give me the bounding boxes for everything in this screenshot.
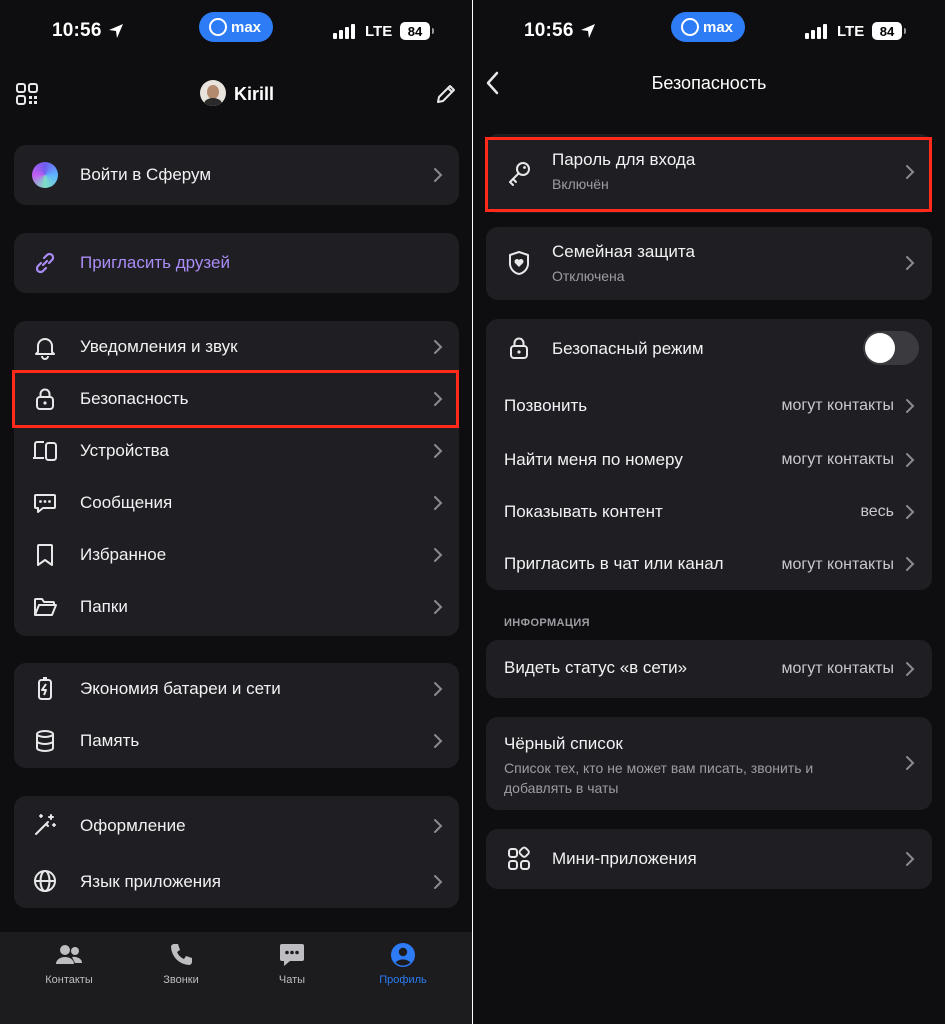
battery-indicator: 84 bbox=[400, 22, 434, 40]
chat-bubble-icon bbox=[280, 944, 304, 966]
edit-pencil-icon[interactable] bbox=[434, 82, 458, 106]
settings-group-storage: Экономия батареи и сети Память bbox=[14, 663, 459, 768]
lock-icon bbox=[510, 337, 528, 359]
max-logo-icon bbox=[209, 18, 227, 36]
online-status-row[interactable]: Видеть статус «в сети» могут контакты bbox=[486, 640, 932, 698]
signal-icon bbox=[333, 24, 355, 39]
password-highlight-box bbox=[485, 137, 932, 212]
blacklist-description-line2: добавлять в чаты bbox=[504, 780, 619, 796]
chevron-right-icon bbox=[434, 819, 443, 833]
privacy-row-call[interactable]: Позвонить могут контакты bbox=[486, 377, 932, 430]
profile-name[interactable]: Kirill bbox=[234, 84, 274, 105]
qr-code-icon[interactable] bbox=[16, 83, 38, 105]
apps-grid-icon bbox=[508, 846, 530, 870]
bookmark-icon bbox=[37, 544, 53, 566]
settings-group-main: Уведомления и звук Безопасность Устройст… bbox=[14, 321, 459, 636]
menu-item-devices[interactable]: Устройства bbox=[14, 425, 459, 477]
message-bubble-icon bbox=[34, 494, 56, 513]
folder-icon bbox=[34, 598, 57, 616]
avatar[interactable] bbox=[200, 80, 226, 106]
menu-item-appearance[interactable]: Оформление bbox=[14, 798, 459, 852]
link-icon bbox=[35, 252, 55, 274]
security-highlight-box bbox=[12, 370, 459, 428]
section-header-info: ИНФОРМАЦИЯ bbox=[504, 617, 590, 629]
menu-item-storage[interactable]: Память bbox=[14, 715, 459, 767]
menu-item-battery-saving[interactable]: Экономия батареи и сети bbox=[14, 663, 459, 715]
privacy-row-find-by-number[interactable]: Найти меня по номеру могут контакты bbox=[486, 430, 932, 483]
privacy-row-invite-to-chat[interactable]: Пригласить в чат или канал могут контакт… bbox=[486, 536, 932, 590]
max-badge[interactable]: max bbox=[199, 12, 274, 42]
chevron-right-icon bbox=[434, 875, 443, 889]
network-type: LTE bbox=[837, 23, 865, 40]
chevron-right-icon bbox=[434, 600, 443, 614]
battery-saver-icon bbox=[38, 677, 52, 700]
menu-item-favorites[interactable]: Избранное bbox=[14, 529, 459, 581]
database-icon bbox=[36, 730, 54, 752]
chevron-right-icon bbox=[906, 662, 915, 676]
globe-icon bbox=[34, 870, 56, 892]
menu-item-notifications[interactable]: Уведомления и звук bbox=[14, 321, 459, 373]
chevron-right-icon bbox=[434, 168, 443, 182]
chevron-right-icon bbox=[434, 444, 443, 458]
bell-icon bbox=[35, 338, 55, 360]
magic-wand-icon bbox=[35, 814, 56, 835]
safe-mode-row[interactable]: Безопасный режим bbox=[486, 319, 932, 377]
mini-apps-row[interactable]: Мини-приложения bbox=[486, 829, 932, 889]
chevron-right-icon bbox=[906, 852, 915, 866]
location-arrow-icon bbox=[581, 24, 595, 38]
bottom-tab-bar: Контакты Звонки Чаты Профиль bbox=[0, 932, 472, 1024]
chevron-right-icon bbox=[906, 557, 915, 571]
shield-heart-icon bbox=[508, 251, 530, 275]
chevron-right-icon bbox=[434, 548, 443, 562]
family-protection-row[interactable]: Семейная защита Отключена bbox=[486, 227, 932, 300]
blacklist-row[interactable]: Чёрный список Список тех, кто не может в… bbox=[486, 717, 932, 810]
menu-item-language[interactable]: Язык приложения bbox=[14, 854, 459, 908]
menu-item-messages[interactable]: Сообщения bbox=[14, 477, 459, 529]
sferum-label: Войти в Сферум bbox=[80, 165, 212, 184]
tab-contacts[interactable]: Контакты bbox=[19, 942, 119, 986]
blacklist-description-line1: Список тех, кто не может вам писать, зво… bbox=[504, 760, 814, 776]
chevron-right-icon bbox=[434, 340, 443, 354]
network-type: LTE bbox=[365, 23, 393, 40]
page-title: Безопасность bbox=[651, 73, 767, 93]
chevron-right-icon bbox=[906, 256, 915, 270]
devices-icon bbox=[33, 441, 57, 461]
profile-icon bbox=[391, 943, 415, 967]
contacts-icon bbox=[56, 945, 83, 964]
tab-chats[interactable]: Чаты bbox=[242, 942, 342, 986]
safe-mode-toggle[interactable] bbox=[863, 331, 919, 365]
chevron-right-icon bbox=[434, 682, 443, 696]
max-logo-icon bbox=[681, 18, 699, 36]
settings-group-appearance: Оформление Язык приложения bbox=[14, 796, 459, 908]
invite-friends-row[interactable]: Пригласить друзей bbox=[14, 233, 459, 293]
profile-screen: 10:56 max LTE 84 Kirill Войти в Сферум П… bbox=[0, 0, 472, 1024]
privacy-row-show-content[interactable]: Показывать контент весь bbox=[486, 483, 932, 536]
chevron-right-icon bbox=[906, 453, 915, 467]
tab-profile[interactable]: Профиль bbox=[353, 942, 453, 986]
sferum-login-row[interactable]: Войти в Сферум bbox=[14, 145, 459, 205]
battery-indicator: 84 bbox=[872, 22, 906, 40]
chevron-right-icon bbox=[434, 496, 443, 510]
phone-icon bbox=[171, 944, 192, 965]
chevron-right-icon bbox=[906, 756, 915, 770]
signal-icon bbox=[805, 24, 827, 39]
chevron-right-icon bbox=[434, 734, 443, 748]
security-screen: 10:56 max LTE 84 Безопасность Пароль для… bbox=[473, 0, 945, 1024]
chevron-right-icon bbox=[906, 505, 915, 519]
location-arrow-icon bbox=[109, 24, 123, 38]
max-badge[interactable]: max bbox=[671, 12, 746, 42]
invite-label: Пригласить друзей bbox=[80, 253, 230, 272]
family-status: Отключена bbox=[552, 268, 625, 284]
privacy-group: Безопасный режим Позвонить могут контакт… bbox=[486, 319, 932, 590]
chevron-right-icon bbox=[906, 399, 915, 413]
sferum-logo-icon bbox=[32, 162, 58, 188]
tab-calls[interactable]: Звонки bbox=[131, 942, 231, 986]
menu-item-folders[interactable]: Папки bbox=[14, 581, 459, 633]
status-time: 10:56 bbox=[524, 20, 574, 41]
status-time: 10:56 bbox=[52, 20, 102, 41]
